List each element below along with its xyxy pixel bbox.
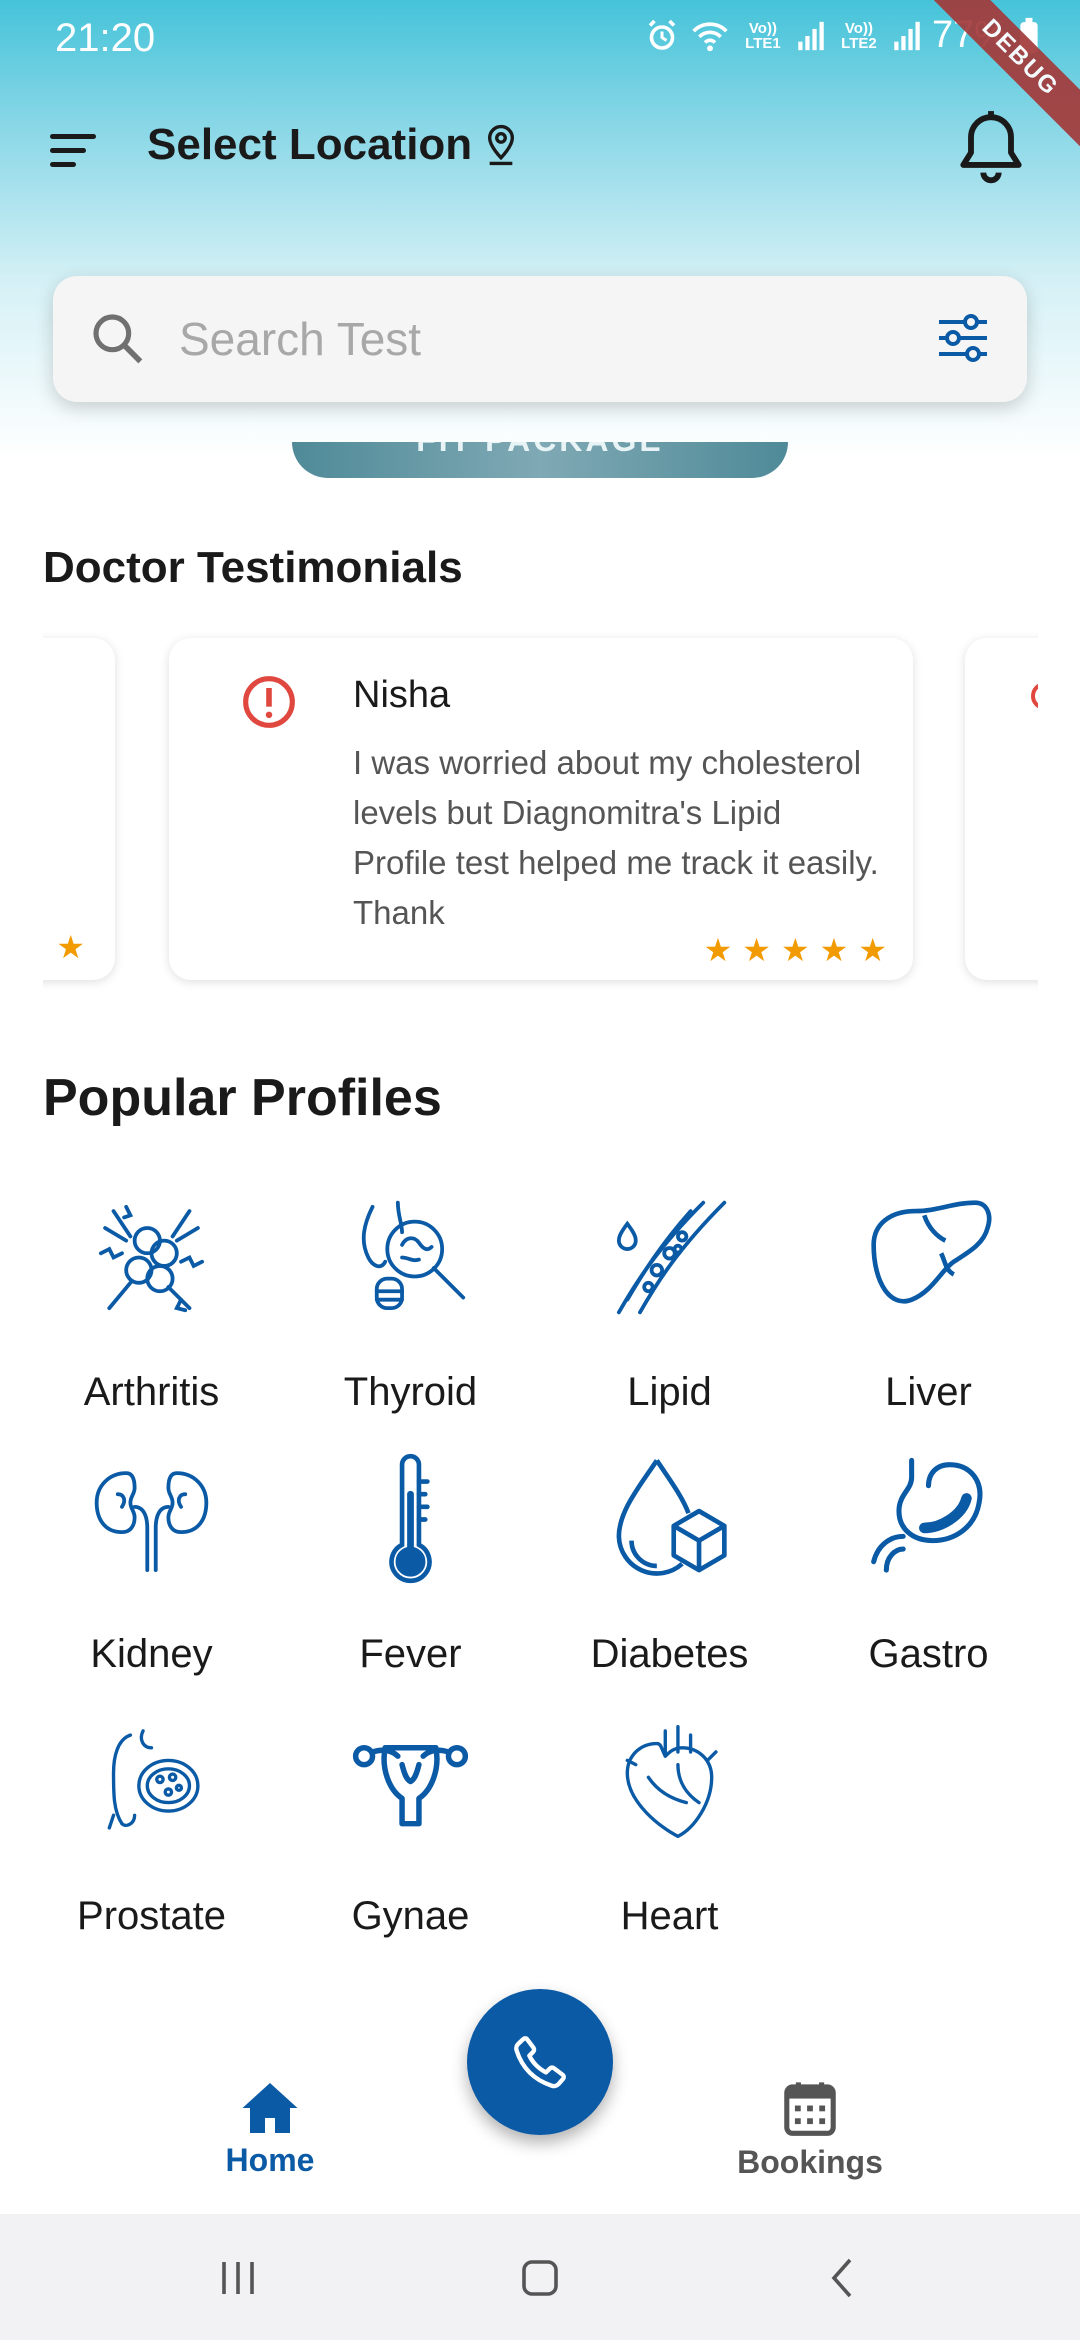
call-button[interactable] — [467, 1989, 613, 2135]
thyroid-icon — [361, 1200, 466, 1311]
bell-icon[interactable] — [954, 108, 1028, 188]
nav-home[interactable]: Home — [170, 2080, 370, 2179]
profile-label: Gastro — [868, 1632, 989, 1676]
profile-label: Gynae — [351, 1894, 470, 1938]
testimonial-card-next[interactable] — [965, 638, 1038, 980]
filter-icon[interactable] — [935, 312, 991, 364]
home-button-icon[interactable] — [516, 2254, 564, 2302]
profile-label: Arthritis — [83, 1370, 220, 1414]
wifi-icon — [692, 21, 728, 51]
testimonial-name: Nisha — [353, 674, 451, 716]
profile-label: Thyroid — [343, 1370, 478, 1414]
profile-tile-fever[interactable]: Fever — [281, 1452, 540, 1702]
star-icon: ★ — [56, 929, 85, 965]
location-label: Select Location — [147, 120, 473, 169]
profile-label: Fever — [359, 1632, 462, 1676]
calendar-icon — [784, 2082, 836, 2136]
profile-label: Prostate — [77, 1894, 226, 1938]
star-icon: ★ — [858, 932, 887, 968]
recent-apps-icon[interactable] — [214, 2254, 262, 2302]
nav-bookings-label: Bookings — [737, 2144, 883, 2180]
profile-tile-prostate[interactable]: Prostate — [22, 1714, 281, 1964]
profile-label: Diabetes — [590, 1632, 749, 1676]
thermometer-icon — [389, 1453, 432, 1584]
package-banner-label: FIT PACKAGE — [292, 442, 788, 459]
rating-stars: ★ ★ ★ ★ ★ — [704, 934, 887, 966]
profile-tile-liver[interactable]: Liver — [799, 1190, 1058, 1440]
top-bar: Select Location — [0, 100, 1080, 200]
menu-icon[interactable] — [44, 124, 104, 176]
profile-tile-gastro[interactable]: Gastro — [799, 1452, 1058, 1702]
kidney-icon — [94, 1471, 209, 1573]
signal-icon — [798, 21, 824, 50]
profile-tile-heart[interactable]: Heart — [540, 1714, 799, 1964]
nav-home-label: Home — [225, 2142, 315, 2178]
lipid-icon — [616, 1200, 727, 1315]
star-icon: ★ — [780, 932, 810, 968]
profile-label: Heart — [620, 1894, 719, 1938]
profile-label: Liver — [885, 1370, 972, 1414]
testimonial-card-previous[interactable]: ★ — [43, 638, 115, 980]
search-bar — [53, 276, 1027, 402]
star-icon: ★ — [819, 932, 849, 968]
profile-tile-thyroid[interactable]: Thyroid — [281, 1190, 540, 1440]
prostate-icon — [107, 1729, 200, 1830]
system-navigation-bar — [0, 2214, 1080, 2340]
alarm-icon — [648, 19, 676, 50]
status-bar: 21:20 Vo)) LTE1 Vo)) LTE2 77% — [0, 0, 1080, 80]
heart-icon — [625, 1724, 718, 1839]
testimonials-carousel[interactable]: ★ Nisha I was worried about my cholester… — [43, 620, 1038, 1000]
diabetes-icon — [616, 1459, 727, 1576]
back-icon[interactable] — [820, 2254, 868, 2302]
profile-tile-kidney[interactable]: Kidney — [22, 1452, 281, 1702]
network-1-label: Vo)) LTE1 — [745, 19, 781, 52]
alert-icon — [1031, 682, 1038, 710]
profiles-title: Popular Profiles — [43, 1069, 442, 1127]
arthritis-icon — [98, 1204, 205, 1313]
network-2-label: Vo)) LTE2 — [841, 19, 877, 52]
liver-icon — [871, 1200, 992, 1304]
profile-label: Kidney — [90, 1632, 213, 1676]
search-input[interactable] — [179, 300, 939, 378]
signal-icon — [894, 21, 920, 50]
stomach-icon — [871, 1457, 983, 1573]
search-icon[interactable] — [89, 310, 145, 366]
nav-bookings[interactable]: Bookings — [710, 2080, 910, 2181]
home-icon — [242, 2083, 298, 2133]
profile-tile-arthritis[interactable]: Arthritis — [22, 1190, 281, 1440]
alert-icon — [243, 676, 295, 728]
testimonials-title: Doctor Testimonials — [43, 543, 463, 592]
profile-tile-diabetes[interactable]: Diabetes — [540, 1452, 799, 1702]
package-banner-button[interactable]: FIT PACKAGE — [292, 442, 788, 478]
star-icon: ★ — [742, 932, 771, 968]
testimonial-text: I was worried about my cholesterol level… — [353, 744, 879, 928]
testimonial-card[interactable]: Nisha I was worried about my cholesterol… — [169, 638, 913, 980]
location-pin-icon — [488, 124, 515, 166]
profile-label: Lipid — [627, 1370, 712, 1414]
status-time: 21:20 — [55, 16, 156, 60]
star-icon: ★ — [703, 932, 733, 968]
uterus-icon — [352, 1745, 469, 1827]
profile-tile-lipid[interactable]: Lipid — [540, 1190, 799, 1440]
phone-icon — [514, 2036, 566, 2089]
profile-tile-gynae[interactable]: Gynae — [281, 1714, 540, 1964]
location-selector[interactable]: Select Location — [147, 120, 518, 170]
